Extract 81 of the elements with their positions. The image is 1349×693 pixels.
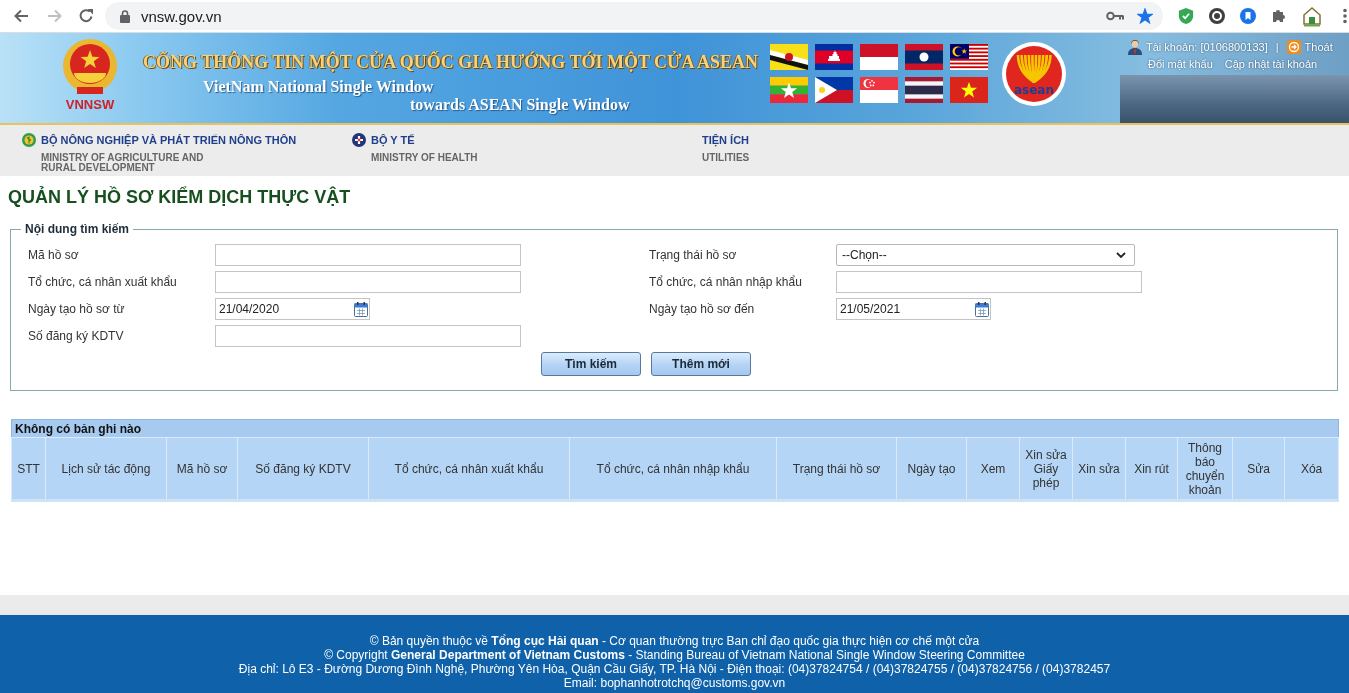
footer-text: Địa chỉ: Lô E3 - Đường Dương Đình Nghệ, Phường Yên Hòa, Quận Cầu Giấy, TP. Hà Nội - Điện thoại: (04)37824754 / (04)37824755 / (04)37824756 / (04)3782457 [237, 662, 1112, 676]
flag-icon [815, 77, 853, 103]
calendar-icon[interactable] [354, 301, 368, 317]
field-label: Trạng thái hồ sơ [649, 248, 738, 262]
sprout-badge-icon[interactable] [22, 133, 36, 147]
date-field[interactable]: 21/05/2021 [836, 298, 991, 320]
portal-subtitle: VietNam National Single Window [203, 78, 435, 96]
menu-subtitle: UTILITIES [702, 153, 750, 163]
field-label: Ngày tạo hồ sơ từ [28, 302, 126, 316]
logout-icon [1286, 39, 1301, 54]
flag-icon [770, 77, 808, 103]
column-header: Sửa [1232, 437, 1285, 501]
reload-icon[interactable] [78, 8, 94, 24]
menu-subtitle: MINISTRY OF HEALTH [371, 153, 478, 163]
form-button[interactable]: Tìm kiếm [541, 352, 641, 376]
star-emblem-icon [60, 39, 120, 95]
column-header: Ngày tạo [896, 437, 967, 501]
flag-icon [950, 44, 988, 70]
field-label: Số đăng ký KDTV [28, 329, 125, 343]
account-label: Tài khoản: [0106800133] [1146, 40, 1268, 53]
flag-icon [950, 77, 988, 103]
portal-subtitle: towards ASEAN Single Window [410, 96, 631, 114]
column-header: Xin sửa Giấy phép [1019, 437, 1073, 501]
lock-icon[interactable] [120, 9, 130, 23]
key-icon[interactable] [1106, 11, 1124, 21]
text-field[interactable] [836, 271, 1142, 293]
menu-link[interactable]: TIỆN ÍCH [702, 133, 750, 147]
column-header: Tổ chức, cá nhân nhập khẩu [569, 437, 777, 501]
flag-icon [770, 44, 808, 70]
emblem-label: VNNSW [65, 97, 115, 112]
puzzle-icon[interactable] [1271, 8, 1287, 24]
column-header: Tổ chức, cá nhân xuất khẩu [368, 437, 570, 501]
column-header: Xin rút [1125, 437, 1178, 501]
calendar-icon[interactable] [975, 301, 989, 317]
footer-text: © Bản quyền thuộc về Tổng cục Hải quan - Cơ quan thường trực Ban chỉ đạo quốc gia thực hiện cơ chế một cửa [368, 634, 981, 648]
field-label: Tổ chức, cá nhân xuất khẩu [28, 275, 178, 289]
column-header: Trạng thái hồ sơ [776, 437, 897, 501]
panel-legend: Nội dung tìm kiếm [21, 222, 133, 236]
column-header: Thông báo chuyển khoản [1177, 437, 1233, 501]
medical-cross-badge-icon[interactable] [352, 133, 366, 147]
shield-check-icon[interactable] [1178, 8, 1194, 24]
bookmark-icon[interactable] [1240, 8, 1256, 24]
text-field[interactable] [215, 244, 521, 266]
flag-icon [905, 77, 943, 103]
text-field[interactable] [215, 271, 521, 293]
column-header: Mã hồ sơ [166, 437, 238, 501]
menu-link[interactable]: BỘ Y TẾ [371, 133, 415, 147]
field-label: Ngày tạo hồ sơ đến [649, 302, 756, 316]
status-select[interactable]: --Chọn-- [836, 244, 1135, 266]
more-menu-icon[interactable] [1343, 8, 1347, 24]
flag-icon [860, 44, 898, 70]
chevron-down-icon [1116, 252, 1126, 258]
column-header: Lịch sử tác động [45, 437, 167, 501]
link-separator: | [1275, 40, 1279, 53]
form-button[interactable]: Thêm mới [651, 352, 751, 376]
flag-icon [905, 44, 943, 70]
flag-icon [815, 44, 853, 70]
menu-link[interactable]: BỘ NÔNG NGHIỆP VÀ PHÁT TRIỂN NÔNG THÔN [41, 133, 297, 147]
text-field[interactable] [215, 325, 521, 347]
footer-text: © Copyright General Department of Vietnam Customs - Standing Bureau of Vietnam National Single Window Steering Committee [323, 648, 1026, 662]
footer-text: Email: bophanhotrotchq@customs.gov.vn [562, 676, 787, 690]
address-bar[interactable]: vnsw.gov.vn [105, 2, 1163, 30]
page-title: QUẢN LÝ HỒ SƠ KIỂM DỊCH THỰC VẬT [8, 186, 352, 208]
asean-logo: asean [1002, 42, 1066, 106]
column-header: STT [11, 437, 46, 501]
ring-icon[interactable] [1209, 8, 1225, 24]
field-label: Mã hồ sơ [28, 248, 80, 262]
table-caption: Không có bản ghi nào [11, 419, 1339, 438]
portal-title: CỔNG THÔNG TIN MỘT CỬA QUỐC GIA HƯỚNG TỚI MỘT CỬA ASEAN [143, 51, 759, 73]
flag-icon [860, 77, 898, 103]
column-header: Xóa [1284, 437, 1339, 501]
menu-subtitle: MINISTRY OF AGRICULTURE AND RURAL DEVELOPMENT [41, 153, 205, 173]
field-label: Tổ chức, cá nhân nhập khẩu [649, 275, 803, 289]
back-arrow-icon[interactable] [12, 8, 30, 24]
user-icon [1128, 38, 1142, 55]
column-header: Số đăng ký KDTV [237, 437, 369, 501]
date-field[interactable]: 21/04/2020 [215, 298, 370, 320]
column-header: Xem [966, 437, 1020, 501]
house-icon[interactable] [1302, 5, 1322, 27]
bookmark-star-icon[interactable] [1137, 8, 1153, 24]
column-header: Xin sửa [1072, 437, 1126, 501]
